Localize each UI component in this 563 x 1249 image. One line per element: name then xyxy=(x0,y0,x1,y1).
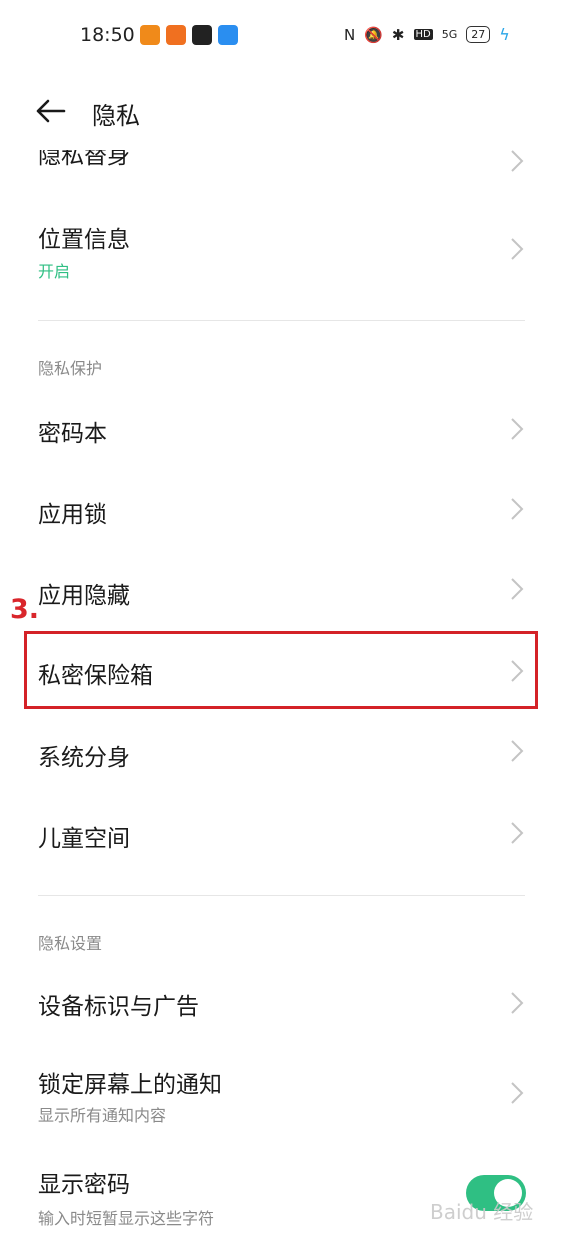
list-item-label: 锁定屏幕上的通知 xyxy=(38,1072,222,1098)
list-item-label: 儿童空间 xyxy=(38,826,130,852)
charging-icon: ϟ xyxy=(499,25,510,44)
list-item-location[interactable]: 位置信息 开启 xyxy=(0,208,563,298)
chevron-right-icon xyxy=(511,150,524,172)
list-item-password-book[interactable]: 密码本 xyxy=(0,390,563,468)
list-item-label: 密码本 xyxy=(38,421,107,447)
hd-icon: HD xyxy=(413,29,433,40)
status-bar: 18:50 N 🔕 ✱ HD 5G 27 ϟ xyxy=(0,0,563,72)
chevron-right-icon xyxy=(511,578,524,600)
chevron-right-icon xyxy=(511,1082,524,1104)
list-item-label: 应用隐藏 xyxy=(38,583,130,609)
divider xyxy=(38,320,525,321)
bluetooth-icon: ✱ xyxy=(391,25,405,44)
list-item-label: 隐私替身 xyxy=(38,150,130,169)
nfc-icon: N xyxy=(344,25,356,44)
mute-icon: 🔕 xyxy=(364,25,383,44)
status-time: 18:50 xyxy=(80,24,135,46)
list-item-system-clone[interactable]: 系统分身 xyxy=(0,712,563,790)
list-item-label: 位置信息 xyxy=(38,227,130,253)
back-arrow-icon[interactable] xyxy=(36,98,66,124)
app-header: 隐私 xyxy=(0,72,563,150)
app-notification-icon xyxy=(166,25,186,45)
notification-app-icons xyxy=(140,25,238,45)
annotation-highlight-box xyxy=(24,631,538,709)
list-item-lockscreen-notifications[interactable]: 锁定屏幕上的通知 显示所有通知内容 xyxy=(0,1050,563,1140)
section-header: 隐私保护 xyxy=(38,359,103,378)
list-item-description: 显示所有通知内容 xyxy=(38,1106,167,1125)
app-notification-icon xyxy=(218,25,238,45)
list-item-label: 应用锁 xyxy=(38,502,107,528)
chevron-right-icon xyxy=(511,992,524,1014)
list-item-kids-space[interactable]: 儿童空间 xyxy=(0,792,563,870)
chevron-right-icon xyxy=(511,498,524,520)
list-item-label: 设备标识与广告 xyxy=(38,994,199,1020)
app-notification-icon xyxy=(192,25,212,45)
list-item-app-hide[interactable]: 应用隐藏 xyxy=(0,550,563,628)
chevron-right-icon xyxy=(511,822,524,844)
watermark: Baidu 经验 xyxy=(430,1200,534,1224)
page-title: 隐私 xyxy=(92,102,140,130)
list-item-app-lock[interactable]: 应用锁 xyxy=(0,470,563,548)
chevron-right-icon xyxy=(511,740,524,762)
list-item-label: 系统分身 xyxy=(38,745,130,771)
list-item-privacy-substitute[interactable]: 隐私替身 xyxy=(0,150,563,170)
chevron-right-icon xyxy=(511,238,524,260)
divider xyxy=(38,895,525,896)
list-item-device-id-ads[interactable]: 设备标识与广告 xyxy=(0,962,563,1042)
signal-5g-icon: 5G xyxy=(441,28,458,41)
annotation-step-label: 3. xyxy=(10,594,40,625)
app-notification-icon xyxy=(140,25,160,45)
system-icons: N 🔕 ✱ HD 5G 27 ϟ xyxy=(344,25,510,44)
list-item-status: 开启 xyxy=(38,262,71,281)
list-item-description: 输入时短暂显示这些字符 xyxy=(38,1209,215,1228)
chevron-right-icon xyxy=(511,418,524,440)
battery-icon: 27 xyxy=(466,26,491,43)
section-header: 隐私设置 xyxy=(38,934,103,953)
list-item-label: 显示密码 xyxy=(38,1172,130,1198)
